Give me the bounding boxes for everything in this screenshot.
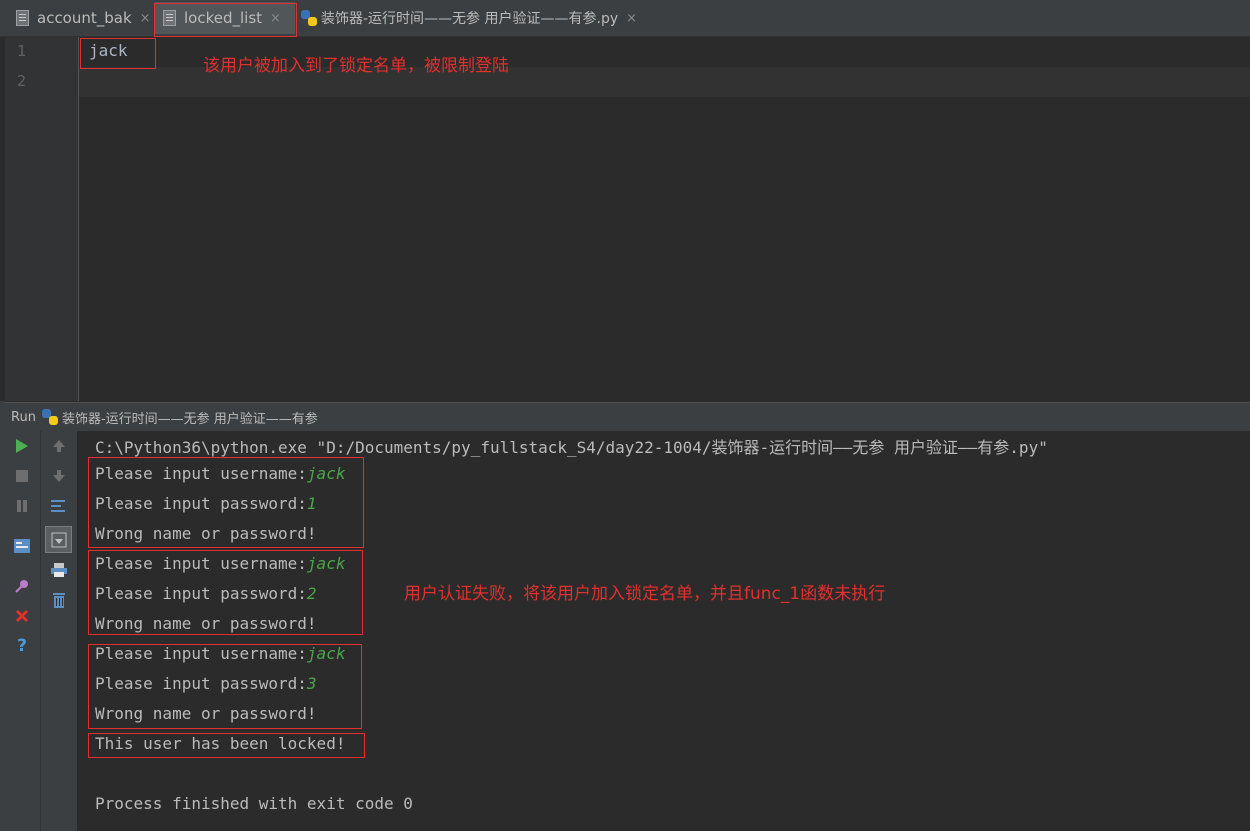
- console-annotation: 用户认证失败，将该用户加入锁定名单，并且func_1函数未执行: [404, 584, 886, 604]
- tab-account-bak[interactable]: account_bak ×: [8, 2, 153, 34]
- python-file-icon: [301, 10, 317, 26]
- text-file-icon: [16, 10, 29, 26]
- line-number-gutter: 1 2: [5, 37, 79, 401]
- line-number: 2: [17, 72, 27, 90]
- tab-python-script[interactable]: 装饰器-运行时间——无参 用户验证——有参.py ×: [297, 2, 669, 34]
- run-toolbar-secondary: [41, 431, 78, 831]
- scroll-to-end-icon[interactable]: [45, 526, 72, 553]
- highlight-box-locked: [88, 733, 365, 758]
- highlight-box-jack: [80, 38, 156, 69]
- pin-icon[interactable]: [11, 575, 33, 597]
- highlight-box-attempt-2: [88, 550, 363, 635]
- trash-icon[interactable]: [48, 589, 70, 611]
- python-file-icon: [41, 409, 58, 425]
- editor-annotation: 该用户被加入到了锁定名单，被限制登陆: [203, 56, 509, 76]
- editor-area[interactable]: 1 2 jack 该用户被加入到了锁定名单，被限制登陆: [0, 37, 1250, 401]
- dump-threads-icon[interactable]: [11, 535, 33, 557]
- highlight-box-attempt-1: [88, 457, 364, 548]
- down-arrow-icon[interactable]: [48, 465, 70, 487]
- run-icon[interactable]: [11, 435, 33, 457]
- console-output[interactable]: C:\Python36\python.exe "D:/Documents/py_…: [78, 431, 1250, 831]
- tab-label: account_bak: [37, 9, 132, 27]
- run-panel-header: Run 装饰器-运行时间——无参 用户验证——有参: [5, 402, 1250, 431]
- run-toolbar-primary: ?: [5, 431, 41, 831]
- console-command-line: C:\Python36\python.exe "D:/Documents/py_…: [95, 438, 1048, 457]
- print-icon[interactable]: [48, 559, 70, 581]
- stop-icon[interactable]: [11, 465, 33, 487]
- run-config-name: 装饰器-运行时间——无参 用户验证——有参: [61, 411, 318, 427]
- help-icon[interactable]: ?: [11, 635, 33, 657]
- console-exit-line: Process finished with exit code 0: [95, 794, 413, 813]
- close-icon[interactable]: ×: [626, 11, 637, 26]
- highlight-box-tab: [154, 3, 297, 37]
- tab-label: 装饰器-运行时间——无参 用户验证——有参.py: [321, 11, 619, 27]
- pause-icon[interactable]: [11, 495, 33, 517]
- line-number: 1: [17, 42, 27, 60]
- highlight-box-attempt-3: [88, 644, 362, 729]
- up-arrow-icon[interactable]: [48, 435, 70, 457]
- close-icon[interactable]: [11, 605, 33, 627]
- run-label: Run: [11, 409, 36, 425]
- soft-wrap-icon[interactable]: [48, 495, 70, 517]
- close-icon[interactable]: ×: [140, 11, 151, 26]
